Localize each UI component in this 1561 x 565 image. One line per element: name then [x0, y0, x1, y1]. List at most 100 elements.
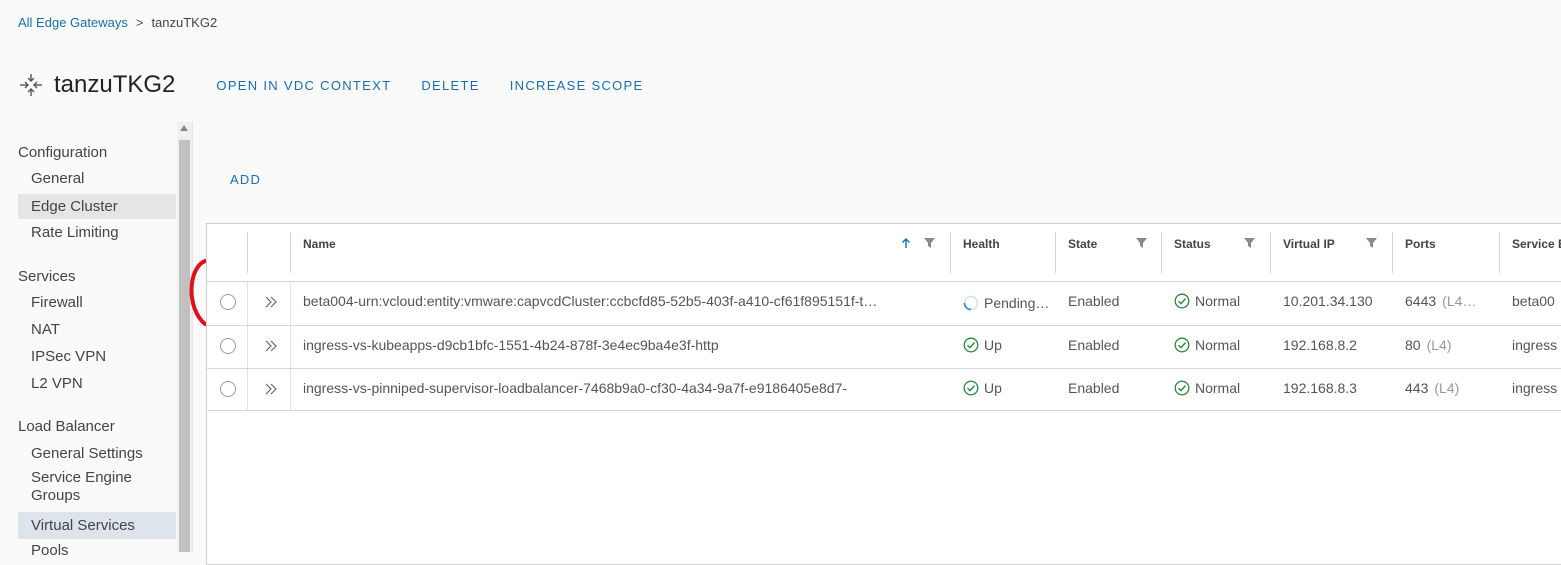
row-virtual-ip: 10.201.34.130 [1283, 293, 1373, 309]
health-text: Up [984, 337, 1002, 353]
row-status: Normal [1174, 337, 1240, 353]
breadcrumb-current: tanzuTKG2 [151, 15, 218, 30]
nav-section-services: Services [18, 268, 76, 285]
row-separator [247, 282, 248, 325]
column-header-state-label: State [1068, 237, 1098, 251]
increase-scope-button[interactable]: INCREASE SCOPE [510, 78, 644, 93]
nav-section-load-balancer: Load Balancer [18, 418, 115, 435]
column-header-health-label: Health [963, 237, 1000, 251]
sidebar-item-firewall[interactable]: Firewall [18, 292, 176, 314]
sidebar-item-edge-cluster[interactable]: Edge Cluster [18, 194, 176, 219]
sidebar-nav: Configuration General Edge Cluster Rate … [0, 122, 177, 559]
column-header-name[interactable]: Name [290, 224, 950, 281]
port-type: (L4… [1442, 293, 1477, 309]
table-row[interactable]: ingress-vs-pinniped-supervisor-loadbalan… [207, 369, 1561, 411]
health-text: Pending… [984, 295, 1050, 311]
row-select-radio[interactable] [220, 294, 236, 310]
check-circle-icon [1174, 337, 1190, 353]
sort-ascending-icon[interactable] [901, 237, 911, 249]
row-state: Enabled [1068, 337, 1120, 353]
sidebar-item-pools[interactable]: Pools [18, 540, 176, 562]
page-header: tanzuTKG2 OPEN IN VDC CONTEXT DELETE INC… [18, 70, 659, 100]
column-separator [247, 232, 248, 273]
breadcrumb-all-edge-gateways[interactable]: All Edge Gateways [18, 15, 128, 30]
column-header-status-label: Status [1174, 237, 1211, 251]
edge-gateway-icon [20, 74, 42, 96]
row-ports: 6443 (L4… [1405, 293, 1485, 309]
filter-icon[interactable] [1136, 238, 1147, 248]
sidebar-item-l2-vpn[interactable]: L2 VPN [18, 373, 176, 395]
row-select-radio[interactable] [220, 338, 236, 354]
column-header-status[interactable]: Status [1161, 224, 1270, 281]
check-circle-icon [1174, 293, 1190, 309]
row-separator [290, 282, 291, 325]
loading-spinner-icon [963, 295, 979, 311]
port-type: (L4) [1426, 337, 1452, 353]
breadcrumb-separator: > [135, 15, 144, 30]
row-health: Pending… [963, 295, 1055, 311]
sidebar-item-virtual-services[interactable]: Virtual Services [18, 512, 176, 539]
grid-header: Name Health State Status Virtual IP Port… [207, 224, 1561, 282]
column-header-service-engine[interactable]: Service E [1499, 224, 1561, 281]
row-separator [290, 369, 291, 410]
page-title: tanzuTKG2 [54, 71, 176, 98]
expand-row-icon[interactable] [264, 382, 278, 396]
annotation-mark [189, 259, 207, 326]
nav-section-configuration: Configuration [18, 144, 108, 161]
expand-row-icon[interactable] [264, 295, 278, 309]
row-name[interactable]: beta004-urn:vcloud:entity:vmware:capvcdC… [303, 293, 938, 309]
port-value: 80 [1405, 337, 1421, 353]
row-name[interactable]: ingress-vs-pinniped-supervisor-loadbalan… [303, 380, 938, 396]
row-state: Enabled [1068, 380, 1120, 396]
table-row[interactable]: beta004-urn:vcloud:entity:vmware:capvcdC… [207, 282, 1561, 326]
filter-icon[interactable] [1244, 238, 1255, 248]
port-value: 443 [1405, 380, 1429, 396]
row-virtual-ip: 192.168.8.2 [1283, 337, 1357, 353]
row-service-engine: ingress [1512, 380, 1558, 396]
port-type: (L4) [1434, 380, 1460, 396]
row-status: Normal [1174, 293, 1240, 309]
check-circle-icon [963, 337, 979, 353]
add-button[interactable]: ADD [230, 172, 261, 187]
status-text: Normal [1195, 380, 1241, 396]
row-ports: 80 (L4) [1405, 337, 1485, 353]
delete-button[interactable]: DELETE [421, 78, 479, 93]
sidebar-item-general[interactable]: General [18, 168, 176, 190]
row-ports: 443 (L4) [1405, 380, 1485, 396]
column-header-service-engine-label: Service E [1512, 237, 1561, 251]
health-text: Up [984, 380, 1002, 396]
port-value: 6443 [1405, 293, 1437, 309]
column-header-name-label: Name [303, 237, 336, 251]
virtual-services-grid: Name Health State Status Virtual IP Port… [206, 223, 1561, 565]
expand-row-icon[interactable] [264, 339, 278, 353]
sidebar-item-rate-limiting[interactable]: Rate Limiting [18, 222, 176, 244]
column-header-health[interactable]: Health [950, 224, 1055, 281]
status-text: Normal [1195, 293, 1241, 309]
row-separator [247, 369, 248, 410]
column-header-ports[interactable]: Ports [1392, 224, 1499, 281]
column-header-ports-label: Ports [1405, 237, 1436, 251]
sidebar-item-nat[interactable]: NAT [18, 319, 176, 341]
filter-icon[interactable] [1366, 238, 1377, 248]
scrollbar-thumb[interactable] [179, 140, 190, 552]
scroll-up-arrow-icon[interactable] [180, 125, 188, 131]
content-divider [192, 122, 193, 552]
filter-icon[interactable] [924, 238, 935, 248]
row-separator [247, 326, 248, 368]
row-separator [290, 326, 291, 368]
sidebar-item-service-engine-groups[interactable]: Service Engine Groups [18, 469, 158, 505]
row-health: Up [963, 380, 1055, 396]
table-row[interactable]: ingress-vs-kubeapps-d9cb1bfc-1551-4b24-8… [207, 326, 1561, 369]
row-select-radio[interactable] [220, 381, 236, 397]
sidebar-item-general-settings[interactable]: General Settings [18, 443, 176, 465]
column-header-state[interactable]: State [1055, 224, 1161, 281]
row-service-engine: ingress [1512, 337, 1558, 353]
open-in-vdc-context-button[interactable]: OPEN IN VDC CONTEXT [216, 78, 391, 93]
sidebar-scrollbar[interactable] [177, 122, 192, 552]
column-header-virtual-ip[interactable]: Virtual IP [1270, 224, 1392, 281]
check-circle-icon [963, 380, 979, 396]
row-name[interactable]: ingress-vs-kubeapps-d9cb1bfc-1551-4b24-8… [303, 337, 938, 353]
row-status: Normal [1174, 380, 1240, 396]
sidebar-item-ipsec-vpn[interactable]: IPSec VPN [18, 346, 176, 368]
row-virtual-ip: 192.168.8.3 [1283, 380, 1357, 396]
